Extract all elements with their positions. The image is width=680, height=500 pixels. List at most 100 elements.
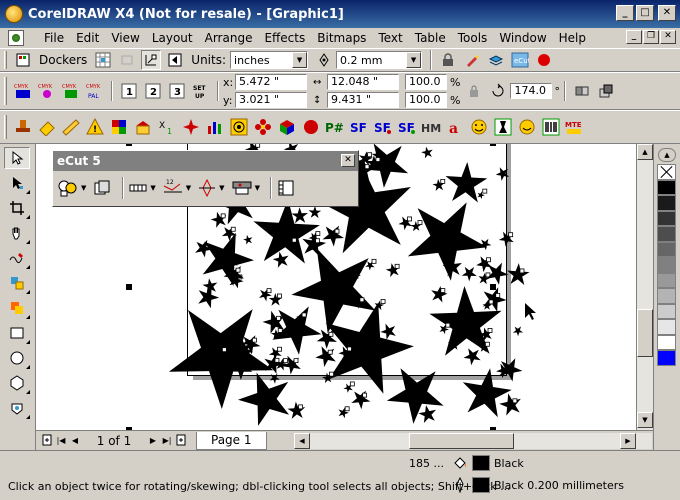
units-dropdown[interactable]: inches ▼ bbox=[230, 51, 309, 69]
stamp-icon[interactable] bbox=[13, 117, 33, 137]
horizontal-scroll-thumb[interactable] bbox=[409, 433, 514, 449]
ecut-duplicate-button[interactable] bbox=[92, 178, 112, 198]
ordered-dither-icon[interactable]: CMYK bbox=[13, 81, 33, 101]
spot-color-icon[interactable]: CMYK bbox=[61, 81, 81, 101]
minimize-button[interactable]: _ bbox=[616, 5, 634, 21]
menu-window[interactable]: Window bbox=[493, 29, 552, 47]
barcode-icon[interactable] bbox=[541, 117, 561, 137]
nesting-dropdown-arrow[interactable]: ▼ bbox=[81, 184, 86, 192]
add-page-icon[interactable] bbox=[40, 434, 54, 448]
ruler-icon[interactable] bbox=[61, 117, 81, 137]
menu-arrange[interactable]: Arrange bbox=[199, 29, 259, 47]
first-page-button[interactable]: |◀ bbox=[54, 434, 68, 448]
palette-swatch[interactable] bbox=[657, 350, 676, 366]
rectangle-tool[interactable] bbox=[4, 322, 30, 344]
ecut-icon[interactable]: eCut bbox=[510, 50, 530, 70]
polygon-tool[interactable] bbox=[4, 372, 30, 394]
doc-restore-button[interactable]: ❐ bbox=[643, 30, 659, 44]
ecut-measure-button[interactable]: 12 ▼ bbox=[162, 178, 191, 198]
nudge-dropdown-arrow[interactable]: ▼ bbox=[406, 52, 422, 68]
palette-swatch[interactable] bbox=[657, 319, 676, 335]
toolbar-grip-3[interactable] bbox=[4, 115, 7, 139]
sf-join-icon[interactable]: SF bbox=[397, 117, 417, 137]
emoticon-icon[interactable] bbox=[517, 117, 537, 137]
fill-color-chip[interactable] bbox=[472, 455, 490, 471]
mte-icon[interactable]: MTE bbox=[565, 117, 585, 137]
no-color-swatch[interactable] bbox=[657, 164, 676, 180]
toolbar-grip-2[interactable] bbox=[4, 77, 7, 105]
palette-scroll-up-button[interactable]: ▲ bbox=[658, 148, 676, 162]
lock-icon[interactable] bbox=[438, 50, 458, 70]
prev-page-button[interactable]: ◀ bbox=[68, 434, 82, 448]
scroll-right-button[interactable]: ▶ bbox=[620, 433, 636, 449]
setup-icon[interactable]: SET UP bbox=[191, 81, 211, 101]
menu-layout[interactable]: Layout bbox=[146, 29, 199, 47]
smiley-icon[interactable] bbox=[469, 117, 489, 137]
ecut-docker-title-bar[interactable]: eCut 5 ✕ bbox=[53, 151, 358, 171]
rotation-angle-field[interactable]: 174.0 bbox=[510, 83, 553, 99]
menu-effects[interactable]: Effects bbox=[258, 29, 311, 47]
palette-swatch[interactable] bbox=[657, 195, 676, 211]
next-page-button[interactable]: ▶ bbox=[146, 434, 160, 448]
add-page-end-icon[interactable] bbox=[174, 434, 188, 448]
palette-swatch[interactable] bbox=[657, 272, 676, 288]
palette-swatch[interactable] bbox=[657, 210, 676, 226]
pan-tool[interactable] bbox=[4, 222, 30, 244]
lock-ratio-icon[interactable] bbox=[464, 81, 484, 101]
flower-icon[interactable] bbox=[253, 117, 273, 137]
mirror-icon[interactable] bbox=[572, 81, 592, 101]
step-2-icon[interactable]: 2 bbox=[143, 81, 163, 101]
dockers-icon[interactable] bbox=[13, 50, 33, 70]
basic-shapes-tool[interactable] bbox=[4, 397, 30, 419]
menu-edit[interactable]: Edit bbox=[70, 29, 105, 47]
scroll-left-button[interactable]: ◀ bbox=[294, 433, 310, 449]
menu-file[interactable]: File bbox=[30, 29, 70, 47]
menu-tools[interactable]: Tools bbox=[452, 29, 494, 47]
palette-swatch[interactable] bbox=[657, 303, 676, 319]
page-layout-icon[interactable] bbox=[165, 50, 185, 70]
ecut-contour-button[interactable]: ▼ bbox=[197, 178, 225, 198]
smart-fill-tool[interactable] bbox=[4, 272, 30, 294]
target-icon[interactable] bbox=[229, 117, 249, 137]
selection-handle[interactable] bbox=[490, 144, 496, 146]
scale-x-field[interactable]: 100.0 bbox=[405, 74, 447, 90]
menu-view[interactable]: View bbox=[105, 29, 145, 47]
menu-text[interactable]: Text bbox=[372, 29, 408, 47]
doc-minimize-button[interactable]: _ bbox=[626, 30, 642, 44]
last-page-button[interactable]: ▶| bbox=[160, 434, 174, 448]
figure-icon[interactable] bbox=[493, 117, 513, 137]
pick-tool[interactable] bbox=[4, 147, 30, 169]
colorize-icon[interactable] bbox=[109, 117, 129, 137]
palette-swatch[interactable] bbox=[657, 179, 676, 195]
dockers-label[interactable]: Dockers bbox=[39, 53, 87, 67]
document-icon[interactable] bbox=[8, 30, 24, 46]
palette-swatch[interactable] bbox=[657, 257, 676, 273]
scroll-up-button[interactable]: ▲ bbox=[637, 144, 653, 160]
hml-icon[interactable]: HML bbox=[421, 117, 441, 137]
palette-swatch[interactable] bbox=[657, 334, 676, 350]
menu-bitmaps[interactable]: Bitmaps bbox=[311, 29, 372, 47]
contour-dropdown-arrow[interactable]: ▼ bbox=[219, 184, 224, 192]
nudge-distance-field[interactable]: 0.2 mm ▼ bbox=[336, 51, 423, 69]
eraser-icon[interactable] bbox=[37, 117, 57, 137]
record-icon[interactable] bbox=[534, 50, 554, 70]
toolbar-grip[interactable] bbox=[4, 51, 7, 69]
selection-handle[interactable] bbox=[126, 144, 132, 146]
ellipse-tool[interactable] bbox=[4, 347, 30, 369]
ecut-plotter-button[interactable]: ▼ bbox=[231, 178, 260, 198]
layers-icon[interactable] bbox=[486, 50, 506, 70]
ecut-panel-button[interactable] bbox=[276, 178, 296, 198]
step-3-icon[interactable]: 3 bbox=[167, 81, 187, 101]
sf-split-icon[interactable]: SF bbox=[373, 117, 393, 137]
arrange-icon[interactable] bbox=[596, 81, 616, 101]
snap-to-objects-icon[interactable] bbox=[141, 50, 162, 70]
palette-swatch[interactable] bbox=[657, 288, 676, 304]
plotter-dropdown-arrow[interactable]: ▼ bbox=[255, 184, 260, 192]
grid-icon[interactable] bbox=[93, 50, 113, 70]
y-position-field[interactable]: 3.021 " bbox=[235, 92, 307, 108]
smart-drawing-tool[interactable] bbox=[4, 297, 30, 319]
maximize-button[interactable]: □ bbox=[636, 5, 654, 21]
units-dropdown-arrow[interactable]: ▼ bbox=[292, 52, 308, 68]
close-button[interactable]: ✕ bbox=[658, 5, 676, 21]
circle-red-icon[interactable] bbox=[301, 117, 321, 137]
